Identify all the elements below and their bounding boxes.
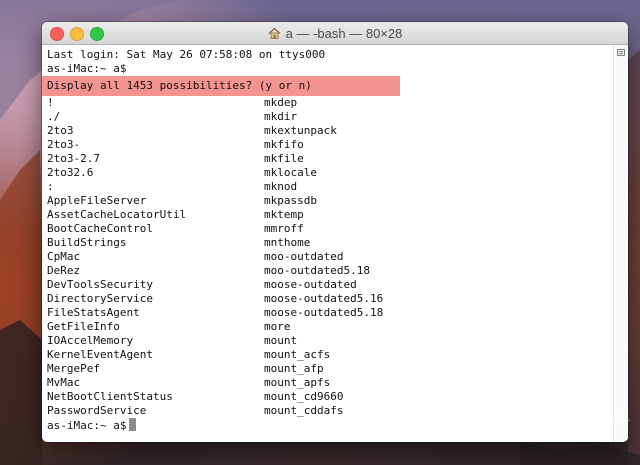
completion-row: MergePef mount_afp	[47, 362, 614, 376]
completion-row: IOAccelMemory mount	[47, 334, 614, 348]
completion-row: ./ mkdir	[47, 110, 614, 124]
completion-row: FileStatsAgent moose-outdated5.18	[47, 306, 614, 320]
completion-item-left: GetFileInfo	[47, 320, 120, 333]
completion-item-left: 2to3-	[47, 138, 81, 151]
completion-item-left: PasswordService	[47, 404, 147, 417]
completion-item-right: moose-outdated5.18	[264, 306, 384, 319]
completion-item-right: mmroff	[264, 222, 304, 235]
completion-item-right: moo-outdated	[264, 250, 344, 263]
completion-item-left: IOAccelMemory	[47, 334, 134, 347]
completion-item-right: mktemp	[264, 208, 304, 221]
text-cursor	[129, 418, 137, 431]
watermark-logo-icon	[563, 411, 578, 426]
completion-item-right: moose-outdated	[264, 278, 357, 291]
completion-row: DeRez moo-outdated5.18	[47, 264, 614, 278]
completion-item-right: mount_apfs	[264, 376, 331, 389]
completion-item-left: FileStatsAgent	[47, 306, 140, 319]
completion-row: 2to3-2.7 mkfile	[47, 152, 614, 166]
completion-list: ! mkdep ./mkdir 2to3 mkextunpack 2to3- mkfifo 2…	[47, 96, 614, 418]
completion-item-right: mnthome	[264, 236, 311, 249]
completion-row: AssetCacheLocatorUtil mktemp	[47, 208, 614, 222]
completion-row: PasswordService mount_cddafs	[47, 404, 614, 418]
completion-item-right: mount_cd9660	[264, 390, 344, 403]
scrollbar-widget-icon[interactable]	[617, 49, 625, 56]
completion-item-left: 2to32.6	[47, 166, 94, 179]
window-title-group: a — -bash — 80×28	[42, 22, 628, 44]
current-prompt-line[interactable]: as-iMac:~ a$	[47, 418, 614, 432]
completion-row: BuildStrings mnthome	[47, 236, 614, 250]
completion-row: GetFileInfo more	[47, 320, 614, 334]
completion-item-left: AssetCacheLocatorUtil	[47, 208, 187, 221]
window-title: a — -bash — 80×28	[285, 25, 403, 41]
terminal-window[interactable]: a — -bash — 80×28 Last login: Sat May 26…	[42, 22, 628, 442]
completion-item-right: more	[264, 320, 291, 333]
completion-row: BootCacheControl mmroff	[47, 222, 614, 236]
completion-item-left: MvMac	[47, 376, 81, 389]
completion-item-right: mkdir	[264, 110, 298, 123]
completion-row: ! mkdep	[47, 96, 614, 110]
completion-row: 2to3- mkfifo	[47, 138, 614, 152]
completion-item-left: :	[47, 180, 54, 193]
completion-item-left: NetBootClientStatus	[47, 390, 173, 403]
completion-item-right: mount_cddafs	[264, 404, 344, 417]
completion-item-left: CpMac	[47, 250, 81, 263]
home-icon	[268, 27, 281, 39]
highlighted-prompt-line: Display all 1453 possibilities? (y or n)	[42, 76, 400, 96]
watermark: 经验百科	[563, 410, 630, 427]
completion-item-left: ./	[47, 110, 61, 123]
completion-item-left: BuildStrings	[47, 236, 127, 249]
completion-item-right: mount_afp	[264, 362, 324, 375]
completion-item-left: KernelEventAgent	[47, 348, 153, 361]
completion-item-left: MergePef	[47, 362, 100, 375]
prompt-line: as-iMac:~ a$	[47, 62, 127, 75]
completion-row: KernelEventAgent mount_acfs	[47, 348, 614, 362]
completion-item-left: 2to3	[47, 124, 74, 137]
completion-item-right: mount	[264, 334, 298, 347]
completion-item-right: moose-outdated5.16	[264, 292, 384, 305]
completion-item-left: DirectoryService	[47, 292, 153, 305]
watermark-text: 经验百科	[581, 412, 630, 426]
completion-item-right: mkextunpack	[264, 124, 337, 137]
completion-row: MvMac mount_apfs	[47, 376, 614, 390]
completion-row: AppleFileServer mkpassdb	[47, 194, 614, 208]
scrollbar[interactable]	[613, 45, 628, 442]
completion-row: NetBootClientStatus mount_cd9660	[47, 390, 614, 404]
completion-item-right: mkfifo	[264, 138, 304, 151]
completion-item-right: mkpassdb	[264, 194, 317, 207]
completion-item-left: DevToolsSecurity	[47, 278, 153, 291]
completion-item-right: mount_acfs	[264, 348, 331, 361]
completion-row: DevToolsSecurity moose-outdated	[47, 278, 614, 292]
login-line: Last login: Sat May 26 07:58:08 on ttys0…	[47, 48, 326, 61]
current-prompt: as-iMac:~ a$	[47, 419, 127, 432]
completion-item-right: mknod	[264, 180, 298, 193]
completion-item-right: mkfile	[264, 152, 304, 165]
titlebar[interactable]: a — -bash — 80×28	[42, 22, 628, 45]
completion-item-right: mklocale	[264, 166, 317, 179]
completion-item-right: mkdep	[264, 96, 298, 109]
completion-row: : mknod	[47, 180, 614, 194]
completion-item-left: BootCacheControl	[47, 222, 153, 235]
completion-row: 2to3 mkextunpack	[47, 124, 614, 138]
completion-row: 2to32.6 mklocale	[47, 166, 614, 180]
completion-item-left: AppleFileServer	[47, 194, 147, 207]
completion-row: DirectoryService moose-outdated5.16	[47, 292, 614, 306]
completion-row: CpMac moo-outdated	[47, 250, 614, 264]
completion-item-left: DeRez	[47, 264, 81, 277]
completion-item-left: !	[47, 96, 54, 109]
terminal-output[interactable]: Last login: Sat May 26 07:58:08 on ttys0…	[42, 45, 614, 442]
completion-item-right: moo-outdated5.18	[264, 264, 370, 277]
completion-item-left: 2to3-2.7	[47, 152, 100, 165]
